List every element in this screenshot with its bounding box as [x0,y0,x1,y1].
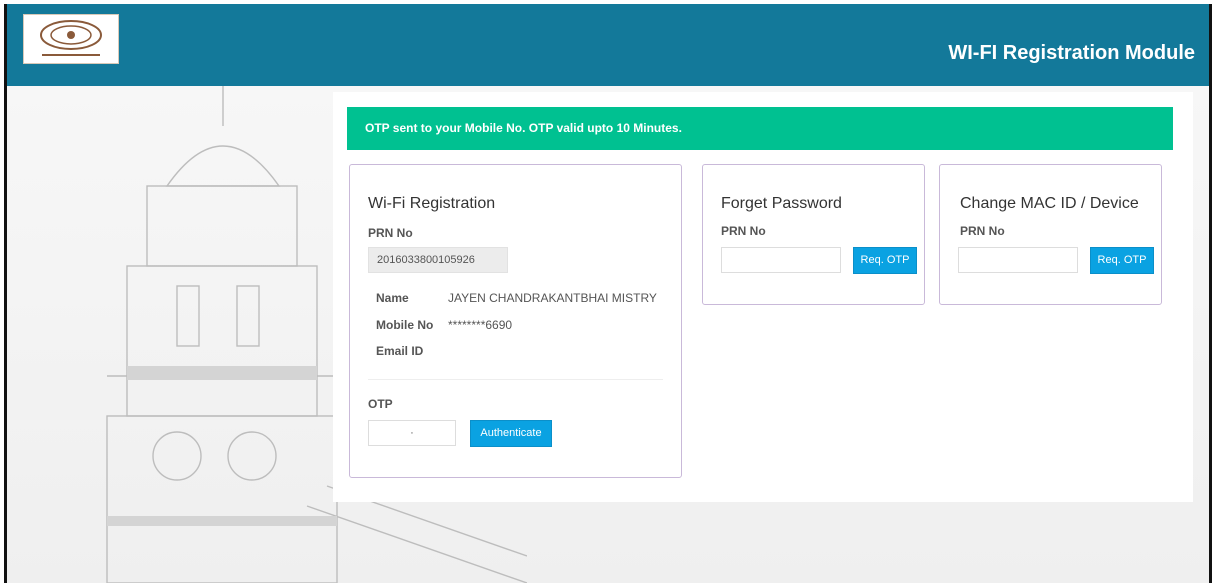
app-window: WI-FI Registration Module OTP sent to yo… [4,4,1212,583]
forget-password-card: Forget Password PRN No Req. OTP [702,164,925,305]
change-mac-title: Change MAC ID / Device [960,195,1139,212]
card-divider [368,379,663,380]
authenticate-button[interactable]: Authenticate [470,420,552,447]
forget-password-title: Forget Password [721,195,842,212]
university-seal-icon [40,20,102,56]
email-label: Email ID [376,344,424,358]
name-value: JAYEN CHANDRAKANTBHAI MISTRY [448,291,657,305]
mobile-value: ********6690 [448,318,513,332]
change-mac-prn-label: PRN No [960,224,1005,238]
forget-prn-label: PRN No [721,224,766,238]
forget-prn-input[interactable] [721,247,841,273]
prn-field[interactable]: 2016033800105926 [368,247,508,273]
forget-req-otp-button[interactable]: Req. OTP [853,247,917,274]
wifi-registration-title: Wi-Fi Registration [368,195,496,212]
change-mac-card: Change MAC ID / Device PRN No Req. OTP [939,164,1162,305]
otp-sent-alert: OTP sent to your Mobile No. OTP valid up… [347,107,1173,150]
otp-input[interactable]: · [368,420,456,446]
change-mac-req-otp-button[interactable]: Req. OTP [1090,247,1154,274]
name-label: Name [376,291,409,305]
change-mac-prn-input[interactable] [958,247,1078,273]
university-logo [23,14,119,64]
prn-label: PRN No [368,226,413,240]
mobile-label: Mobile No [376,318,434,332]
header-bar: WI-FI Registration Module [7,4,1209,86]
wifi-registration-card: Wi-Fi Registration PRN No 20160338001059… [349,164,682,478]
otp-label: OTP [368,397,393,411]
page-title: WI-FI Registration Module [948,42,1195,64]
